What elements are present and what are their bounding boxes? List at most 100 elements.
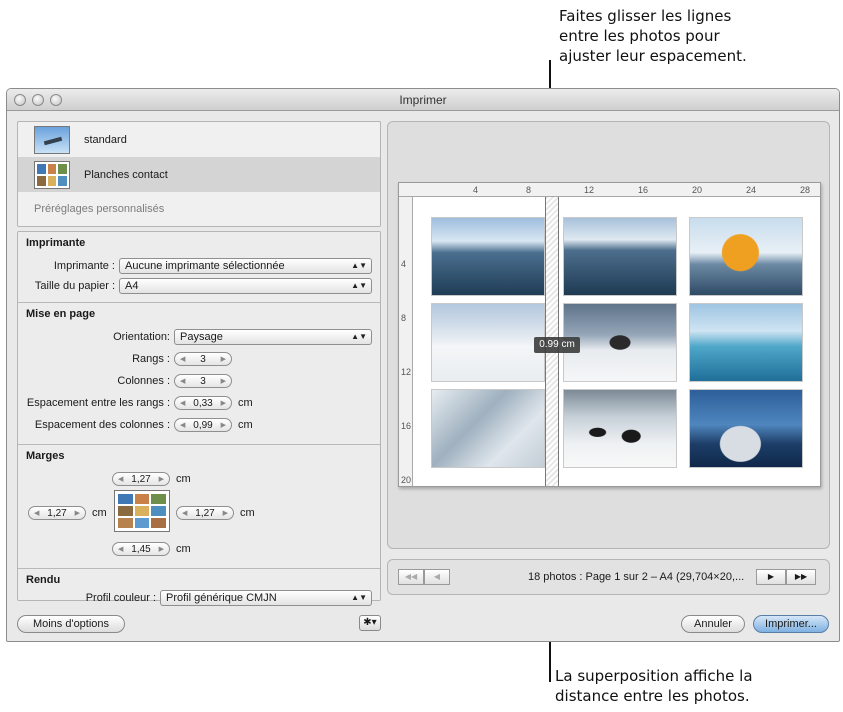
color-profile-label: Profil couleur : [85,592,156,604]
ruler-tick-label: 8 [401,313,407,323]
increment-arrow-icon[interactable]: ▶ [221,399,226,407]
ruler-tick-label: 4 [401,259,407,269]
printer-select-value: Aucune imprimante sélectionnée [125,260,285,272]
photo-4[interactable] [431,303,545,382]
print-window: Imprimer standard Planches contact Préré… [6,88,840,642]
margin-bottom-row: ◀ 1,45 ▶ cm [112,541,191,557]
decrement-arrow-icon[interactable]: ◀ [34,509,39,517]
columns-label: Colonnes : [117,375,170,387]
increment-arrow-icon[interactable]: ▶ [159,475,164,483]
ruler-tick-label: 12 [401,367,412,377]
margin-right-stepper[interactable]: ◀ 1,27 ▶ [176,506,234,520]
margin-bottom-stepper[interactable]: ◀ 1,45 ▶ [112,542,170,556]
orientation-label: Orientation: [113,331,170,343]
margin-top-stepper[interactable]: ◀ 1,27 ▶ [112,472,170,486]
orientation-value: Paysage [180,331,223,343]
close-window-button[interactable] [14,94,26,106]
window-title: Imprimer [399,93,447,107]
ruler-tick-label: 8 [526,185,532,195]
ruler-tick-label: 12 [584,185,595,195]
column-spacing-label: Espacement des colonnes : [34,419,170,431]
decrement-arrow-icon[interactable]: ◀ [118,475,123,483]
custom-presets-header[interactable]: Préréglages personnalisés [18,192,380,227]
column-spacing-stepper[interactable]: ◀ 0,99 ▶ [174,418,232,432]
increment-arrow-icon[interactable]: ▶ [221,377,226,385]
last-page-button[interactable]: ▶▶ [786,569,816,585]
columns-row: Colonnes : ◀ 3 ▶ [18,373,232,389]
decrement-arrow-icon[interactable]: ◀ [180,421,185,429]
margin-left-unit: cm [92,507,107,519]
photo-7[interactable] [431,389,545,468]
horizontal-ruler: 4 8 12 16 20 24 28 [399,183,820,197]
decrement-arrow-icon[interactable]: ◀ [180,377,185,385]
row-spacing-unit: cm [238,397,253,409]
orientation-select[interactable]: Paysage ▲▼ [174,329,372,345]
increment-arrow-icon[interactable]: ▶ [223,509,228,517]
decrement-arrow-icon[interactable]: ◀ [182,509,187,517]
callout-bottom-line-2: distance entre les photos. [555,687,750,705]
decrement-arrow-icon[interactable]: ◀ [180,355,185,363]
preset-standard-label: standard [84,133,127,146]
render-section-title: Rendu [26,574,61,586]
margin-right-value: 1,27 [195,507,215,519]
preset-contact-sheets[interactable]: Planches contact [18,157,380,192]
printer-label: Imprimante : [53,260,115,272]
airplane-thumbnail-icon [34,125,70,154]
print-button[interactable]: Imprimer... [753,615,829,633]
ruler-tick-label: 16 [638,185,649,195]
cancel-button[interactable]: Annuler [681,615,745,633]
callout-top: Faites glisser les lignes entre les phot… [559,6,747,66]
updown-arrows-icon[interactable]: ▲▼ [351,591,367,605]
paper-size-select[interactable]: A4 ▲▼ [119,278,372,294]
window-titlebar: Imprimer [7,89,839,111]
page-status: 18 photos : Page 1 sur 2 – A4 (29,704×20… [528,571,745,583]
ruler-tick-label: 16 [401,421,412,431]
photo-3[interactable] [689,217,803,296]
photo-8[interactable] [563,389,677,468]
column-spacing-row: Espacement des colonnes : ◀ 0,99 ▶ cm [18,417,253,433]
preset-contact-sheets-label: Planches contact [84,168,168,181]
first-page-button[interactable]: ◀◀ [398,569,424,585]
margin-right-row: ◀ 1,27 ▶ cm [176,505,255,521]
photo-2[interactable] [563,217,677,296]
columns-stepper[interactable]: ◀ 3 ▶ [174,374,232,388]
zoom-window-button[interactable] [50,94,62,106]
printer-select[interactable]: Aucune imprimante sélectionnée ▲▼ [119,258,372,274]
decrement-arrow-icon[interactable]: ◀ [118,545,123,553]
paper-size-value: A4 [125,280,139,292]
previous-page-button[interactable]: ◀ [424,569,450,585]
row-spacing-stepper[interactable]: ◀ 0,33 ▶ [174,396,232,410]
increment-arrow-icon[interactable]: ▶ [75,509,80,517]
rows-stepper[interactable]: ◀ 3 ▶ [174,352,232,366]
increment-arrow-icon[interactable]: ▶ [221,421,226,429]
ruler-tick-label: 20 [692,185,703,195]
printer-row: Imprimante : Aucune imprimante sélection… [18,258,380,274]
margin-top-value: 1,27 [131,473,151,485]
preset-standard[interactable]: standard [18,122,380,157]
printer-section-title: Imprimante [26,237,86,249]
photo-9[interactable] [689,389,803,468]
layout-section-title: Mise en page [26,308,96,320]
decrement-arrow-icon[interactable]: ◀ [180,399,185,407]
columns-value: 3 [200,375,206,387]
increment-arrow-icon[interactable]: ▶ [221,355,226,363]
callout-top-line-1: Faites glisser les lignes [559,7,732,25]
row-spacing-row: Espacement entre les rangs : ◀ 0,33 ▶ cm [18,395,253,411]
callout-top-line-2: entre les photos pour [559,27,720,45]
next-page-button[interactable]: ▶ [756,569,786,585]
increment-arrow-icon[interactable]: ▶ [159,545,164,553]
minimize-window-button[interactable] [32,94,44,106]
contact-sheet-thumbnail-icon [34,160,70,189]
color-profile-select[interactable]: Profil générique CMJN ▲▼ [160,590,372,606]
fewer-options-button[interactable]: Moins d'options [17,615,125,633]
callout-top-line-3: ajuster leur espacement. [559,47,747,65]
margins-section: Marges ◀ 1,27 ▶ cm ◀ 1,27 ▶ cm ◀ 1,27 ▶ … [18,445,380,569]
layout-section: Mise en page Orientation: Paysage ▲▼ Ran… [18,303,380,445]
margin-left-stepper[interactable]: ◀ 1,27 ▶ [28,506,86,520]
gear-icon[interactable]: ✱▾ [359,615,381,631]
photo-5[interactable] [563,303,677,382]
preview-page: 4 8 12 16 20 24 28 4 8 12 16 20 0.99 cm [398,182,821,487]
photo-1[interactable] [431,217,545,296]
render-section: Rendu Profil couleur : Profil générique … [18,569,380,609]
photo-6[interactable] [689,303,803,382]
